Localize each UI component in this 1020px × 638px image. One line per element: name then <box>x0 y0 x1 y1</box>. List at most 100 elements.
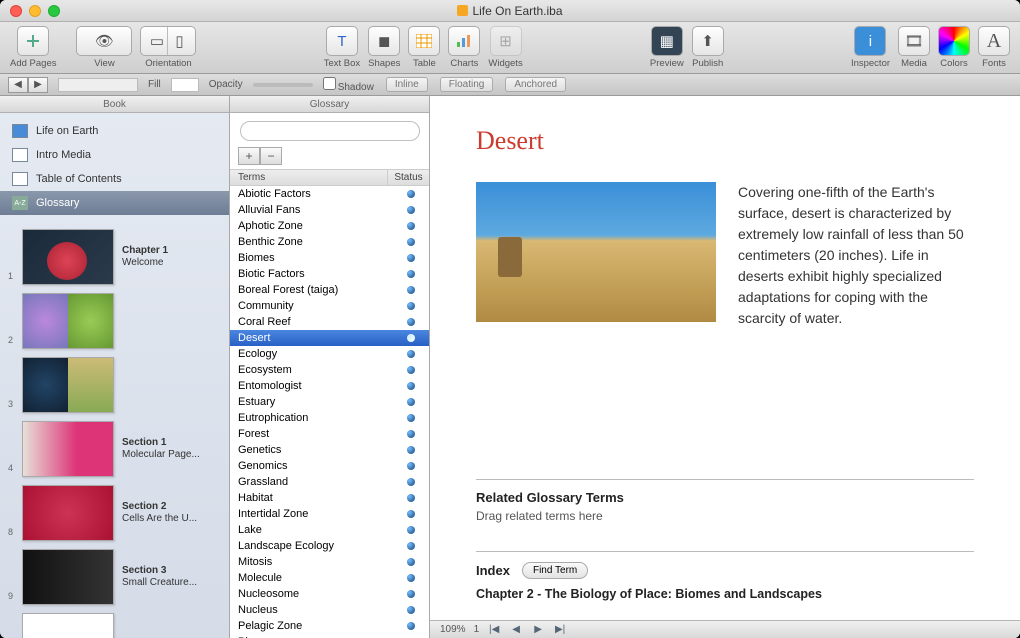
status-dot-icon <box>407 238 415 246</box>
fonts-button[interactable]: A <box>978 26 1010 56</box>
term-row[interactable]: Molecule <box>230 570 429 586</box>
term-row[interactable]: Mitosis <box>230 554 429 570</box>
status-header[interactable]: Status <box>387 170 429 185</box>
toolbar: Add Pages 👁 View ▭▯ Orientation TText Bo… <box>0 22 1020 74</box>
entry-image[interactable] <box>476 182 716 322</box>
page-thumbnails: 1Chapter 1Welcome 2 3 4Section 1Molecula… <box>0 221 229 638</box>
term-row[interactable]: Pelagic Zone <box>230 618 429 634</box>
term-row[interactable]: Biotic Factors <box>230 266 429 282</box>
preview-label: Preview <box>650 58 684 69</box>
entry-body[interactable]: Covering one-fifth of the Earth's surfac… <box>738 182 974 329</box>
intro-media-item[interactable]: Intro Media <box>0 143 229 167</box>
view-button[interactable]: 👁 <box>76 26 132 56</box>
preview-button[interactable]: ▦ <box>651 26 683 56</box>
media-button[interactable]: 🎞 <box>898 26 930 56</box>
term-row[interactable]: Genetics <box>230 442 429 458</box>
thumb-chapter-1[interactable] <box>22 229 114 285</box>
find-term-button[interactable]: Find Term <box>522 562 588 579</box>
term-row[interactable]: Aphotic Zone <box>230 218 429 234</box>
colors-button[interactable] <box>938 26 970 56</box>
publish-button[interactable]: ⬆︎ <box>692 26 724 56</box>
term-row[interactable]: Pheromone <box>230 634 429 638</box>
wrap-floating[interactable]: Floating <box>440 77 494 92</box>
index-chapter-ref[interactable]: Chapter 2 - The Biology of Place: Biomes… <box>476 587 974 601</box>
prev-page-icon[interactable]: ◀ <box>509 624 523 635</box>
status-dot-icon <box>407 254 415 262</box>
term-row[interactable]: Nucleus <box>230 602 429 618</box>
term-row[interactable]: Lake <box>230 522 429 538</box>
style-well[interactable] <box>58 78 138 92</box>
page-number: 1 <box>474 624 480 635</box>
term-row[interactable]: Grassland <box>230 474 429 490</box>
first-page-icon[interactable]: |◀ <box>487 624 501 635</box>
zoom-level[interactable]: 109% <box>440 624 466 635</box>
orientation-toggle[interactable]: ▭▯ <box>140 26 196 56</box>
terms-header[interactable]: Terms <box>230 170 387 185</box>
table-label: Table <box>413 58 436 69</box>
term-row[interactable]: Boreal Forest (taiga) <box>230 282 429 298</box>
glossary-item[interactable]: A-ZGlossary <box>0 191 229 215</box>
term-row[interactable]: Community <box>230 298 429 314</box>
term-row[interactable]: Alluvial Fans <box>230 202 429 218</box>
status-dot-icon <box>407 606 415 614</box>
charts-label: Charts <box>450 58 478 69</box>
thumb-section-3[interactable] <box>22 549 114 605</box>
book-sidebar: Book Life on Earth Intro Media Table of … <box>0 96 230 638</box>
thumb-page-10[interactable] <box>22 613 114 638</box>
term-row[interactable]: Entomologist <box>230 378 429 394</box>
wrap-anchored[interactable]: Anchored <box>505 77 566 92</box>
term-row[interactable]: Habitat <box>230 490 429 506</box>
status-dot-icon <box>407 574 415 582</box>
term-row[interactable]: Ecology <box>230 346 429 362</box>
term-row[interactable]: Coral Reef <box>230 314 429 330</box>
shadow-checkbox[interactable]: Shadow <box>323 77 374 93</box>
term-row[interactable]: Abiotic Factors <box>230 186 429 202</box>
status-dot-icon <box>407 558 415 566</box>
back-button[interactable]: ◀ <box>8 77 28 93</box>
term-row[interactable]: Desert <box>230 330 429 346</box>
status-dot-icon <box>407 286 415 294</box>
term-row[interactable]: Estuary <box>230 394 429 410</box>
text-box-button[interactable]: T <box>326 26 358 56</box>
thumb-page-3[interactable] <box>22 357 114 413</box>
forward-button[interactable]: ▶ <box>28 77 48 93</box>
status-dot-icon <box>407 462 415 470</box>
book-title-item[interactable]: Life on Earth <box>0 119 229 143</box>
table-button[interactable] <box>408 26 440 56</box>
status-dot-icon <box>407 270 415 278</box>
thumb-section-1[interactable] <box>22 421 114 477</box>
thumb-page-2[interactable] <box>22 293 114 349</box>
wrap-inline[interactable]: Inline <box>386 77 428 92</box>
fill-label: Fill <box>148 79 161 90</box>
term-row[interactable]: Biomes <box>230 250 429 266</box>
remove-term-button[interactable]: − <box>260 147 282 165</box>
term-row[interactable]: Ecosystem <box>230 362 429 378</box>
term-row[interactable]: Nucleosome <box>230 586 429 602</box>
widgets-button[interactable]: ⊞ <box>490 26 522 56</box>
add-pages-button[interactable] <box>17 26 49 56</box>
toc-item[interactable]: Table of Contents <box>0 167 229 191</box>
widgets-label: Widgets <box>488 58 522 69</box>
shapes-button[interactable]: ◼︎ <box>368 26 400 56</box>
term-row[interactable]: Landscape Ecology <box>230 538 429 554</box>
charts-button[interactable] <box>448 26 480 56</box>
related-drop-zone[interactable]: Drag related terms here <box>476 509 974 523</box>
term-row[interactable]: Genomics <box>230 458 429 474</box>
status-dot-icon <box>407 190 415 198</box>
add-term-button[interactable]: + <box>238 147 260 165</box>
fill-color-well[interactable] <box>171 78 199 92</box>
next-page-icon[interactable]: ▶ <box>531 624 545 635</box>
last-page-icon[interactable]: ▶| <box>553 624 567 635</box>
inspector-button[interactable]: i <box>854 26 886 56</box>
opacity-slider[interactable] <box>253 83 313 87</box>
term-row[interactable]: Intertidal Zone <box>230 506 429 522</box>
status-dot-icon <box>407 366 415 374</box>
glossary-search-input[interactable] <box>240 121 420 141</box>
term-row[interactable]: Benthic Zone <box>230 234 429 250</box>
thumb-section-2[interactable] <box>22 485 114 541</box>
book-icon <box>12 124 28 138</box>
status-dot-icon <box>407 350 415 358</box>
term-row[interactable]: Eutrophication <box>230 410 429 426</box>
status-dot-icon <box>407 222 415 230</box>
term-row[interactable]: Forest <box>230 426 429 442</box>
